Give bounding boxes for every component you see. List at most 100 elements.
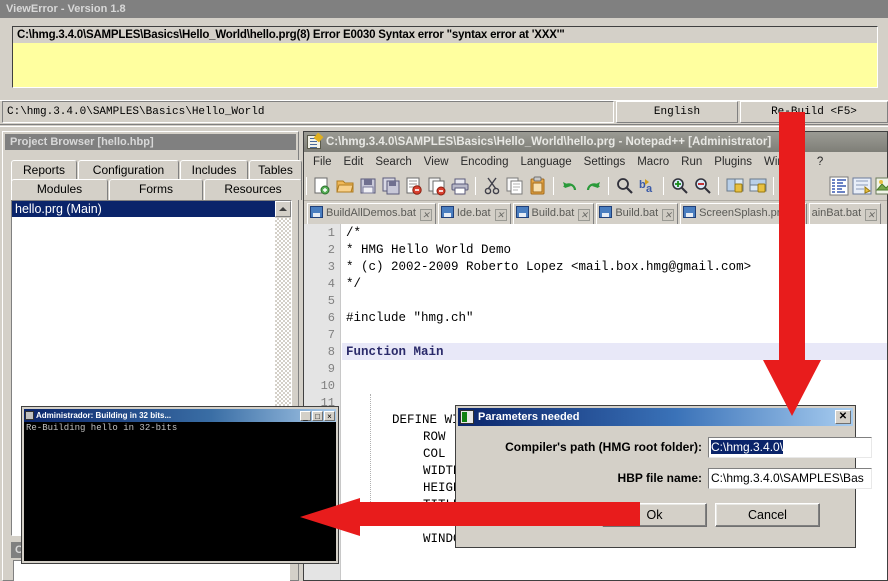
line-number: 7 <box>305 328 335 342</box>
menu-plugins[interactable]: Plugins <box>708 152 758 172</box>
toolbar-separator <box>475 177 476 195</box>
viewerror-title-bar: ViewError - Version 1.8 <box>0 0 888 18</box>
show-all-chars-icon[interactable] <box>829 176 849 196</box>
menu-settings[interactable]: Settings <box>578 152 632 172</box>
indent-guide <box>370 394 371 514</box>
menu-language[interactable]: Language <box>514 152 577 172</box>
notepadpp-app-icon <box>307 135 321 149</box>
close-icon[interactable]: ✕ <box>865 209 877 221</box>
objects-combo[interactable] <box>13 560 290 581</box>
code-line: * HMG Hello World Demo <box>346 243 511 257</box>
file-icon <box>310 206 323 218</box>
cut-icon[interactable] <box>482 176 502 196</box>
red-down-arrow-annotation <box>761 112 823 416</box>
indent-guide-icon[interactable] <box>852 176 872 196</box>
compiler-path-input[interactable]: C:\hmg.3.4.0\ <box>708 437 872 458</box>
close-all-icon[interactable] <box>427 176 447 196</box>
doc-tab-label: Ide.bat <box>457 207 491 219</box>
line-number: 4 <box>305 277 335 291</box>
menu-view[interactable]: View <box>418 152 455 172</box>
file-icon <box>441 206 454 218</box>
undo-icon[interactable] <box>560 176 580 196</box>
tab-modules[interactable]: Modules <box>11 179 108 200</box>
maximize-button[interactable]: □ <box>312 411 323 421</box>
svg-text:b: b <box>639 179 646 191</box>
code-line: Function Main <box>346 345 444 359</box>
code-line: */ <box>346 277 361 291</box>
save-all-icon[interactable] <box>381 176 401 196</box>
menu-encoding[interactable]: Encoding <box>455 152 515 172</box>
doc-tab-label: Build.bat <box>532 207 575 219</box>
code-line: * (c) 2002-2009 Roberto Lopez <mail.box.… <box>346 260 751 274</box>
close-icon[interactable]: ✕ <box>420 209 432 221</box>
zoom-in-icon[interactable] <box>670 176 690 196</box>
cancel-button[interactable]: Cancel <box>715 503 820 527</box>
toolbar-separator <box>663 177 664 195</box>
new-file-icon[interactable] <box>312 176 332 196</box>
line-number: 9 <box>305 362 335 376</box>
tab-configuration[interactable]: Configuration <box>78 160 179 181</box>
list-item[interactable]: hello.prg (Main) <box>12 201 291 217</box>
project-path-field[interactable]: C:\hmg.3.4.0\SAMPLES\Basics\Hello_World <box>2 101 614 123</box>
hbp-file-input[interactable]: C:\hmg.3.4.0\SAMPLES\Bas <box>708 468 872 489</box>
console-output: Re-Building hello in 32-bits <box>24 422 336 561</box>
file-icon <box>683 206 696 218</box>
line-number: 5 <box>305 294 335 308</box>
error-list-box[interactable]: C:\hmg.3.4.0\SAMPLES\Basics\Hello_World\… <box>12 26 878 88</box>
menu-macro[interactable]: Macro <box>631 152 675 172</box>
doc-tab-label: BuildAllDemos.bat <box>326 207 416 219</box>
line-number: 1 <box>305 226 335 240</box>
find-icon[interactable] <box>615 176 635 196</box>
doc-tab-ide[interactable]: Ide.bat ✕ <box>438 203 511 224</box>
close-icon[interactable]: ✕ <box>495 209 507 221</box>
paste-icon[interactable] <box>528 176 548 196</box>
tab-tables[interactable]: Tables <box>249 160 302 181</box>
zoom-out-icon[interactable] <box>693 176 713 196</box>
viewerror-body: C:\hmg.3.4.0\SAMPLES\Basics\Hello_World\… <box>0 18 888 100</box>
dialog-close-button[interactable]: ✕ <box>835 410 851 424</box>
file-icon <box>599 206 612 218</box>
console-app-icon <box>25 411 34 420</box>
sync-vertical-icon[interactable] <box>725 176 745 196</box>
tab-resources[interactable]: Resources <box>204 179 302 200</box>
svg-text:a: a <box>646 183 653 195</box>
close-file-icon[interactable] <box>404 176 424 196</box>
doc-tab-build2[interactable]: Build.bat✕ <box>596 203 678 224</box>
tab-forms[interactable]: Forms <box>109 179 203 200</box>
red-left-arrow-annotation <box>300 498 640 536</box>
project-browser-title: Project Browser [hello.hbp] <box>5 134 296 150</box>
console-window[interactable]: Administrador: Building in 32 bits... _□… <box>22 407 338 563</box>
console-title-bar: Administrador: Building in 32 bits... <box>24 409 336 422</box>
replace-icon[interactable]: ba <box>638 176 658 196</box>
print-icon[interactable] <box>450 176 470 196</box>
open-file-icon[interactable] <box>335 176 355 196</box>
menu-search[interactable]: Search <box>369 152 417 172</box>
scroll-up-button[interactable] <box>275 201 291 217</box>
line-number: 6 <box>305 311 335 325</box>
doc-tab-buildalldemos[interactable]: BuildAllDemos.bat ✕ <box>307 203 436 224</box>
code-line: #include "hmg.ch" <box>346 311 474 325</box>
tab-reports[interactable]: Reports <box>11 160 77 181</box>
menu-run[interactable]: Run <box>675 152 708 172</box>
line-number: 10 <box>305 379 335 393</box>
copy-icon[interactable] <box>505 176 525 196</box>
save-icon[interactable] <box>358 176 378 196</box>
redo-icon[interactable] <box>583 176 603 196</box>
code-line: /* <box>346 226 361 240</box>
minimize-button[interactable]: _ <box>300 411 311 421</box>
error-list-item[interactable]: C:\hmg.3.4.0\SAMPLES\Basics\Hello_World\… <box>13 27 877 43</box>
chevron-up-icon <box>279 207 287 211</box>
close-icon[interactable]: ✕ <box>662 209 674 221</box>
file-icon <box>516 206 529 218</box>
screen-root: ViewError - Version 1.8 C:\hmg.3.4.0\SAM… <box>0 0 888 581</box>
toolbar-separator <box>306 177 307 195</box>
tab-includes[interactable]: Includes <box>180 160 248 181</box>
ui-display-icon[interactable] <box>875 176 888 196</box>
language-button[interactable]: English <box>616 101 738 123</box>
menu-edit[interactable]: Edit <box>338 152 370 172</box>
close-icon[interactable]: ✕ <box>578 209 590 221</box>
console-window-buttons: _□× <box>299 410 335 422</box>
close-button[interactable]: × <box>324 411 335 421</box>
doc-tab-build1[interactable]: Build.bat✕ <box>513 203 595 224</box>
menu-file[interactable]: File <box>307 152 338 172</box>
